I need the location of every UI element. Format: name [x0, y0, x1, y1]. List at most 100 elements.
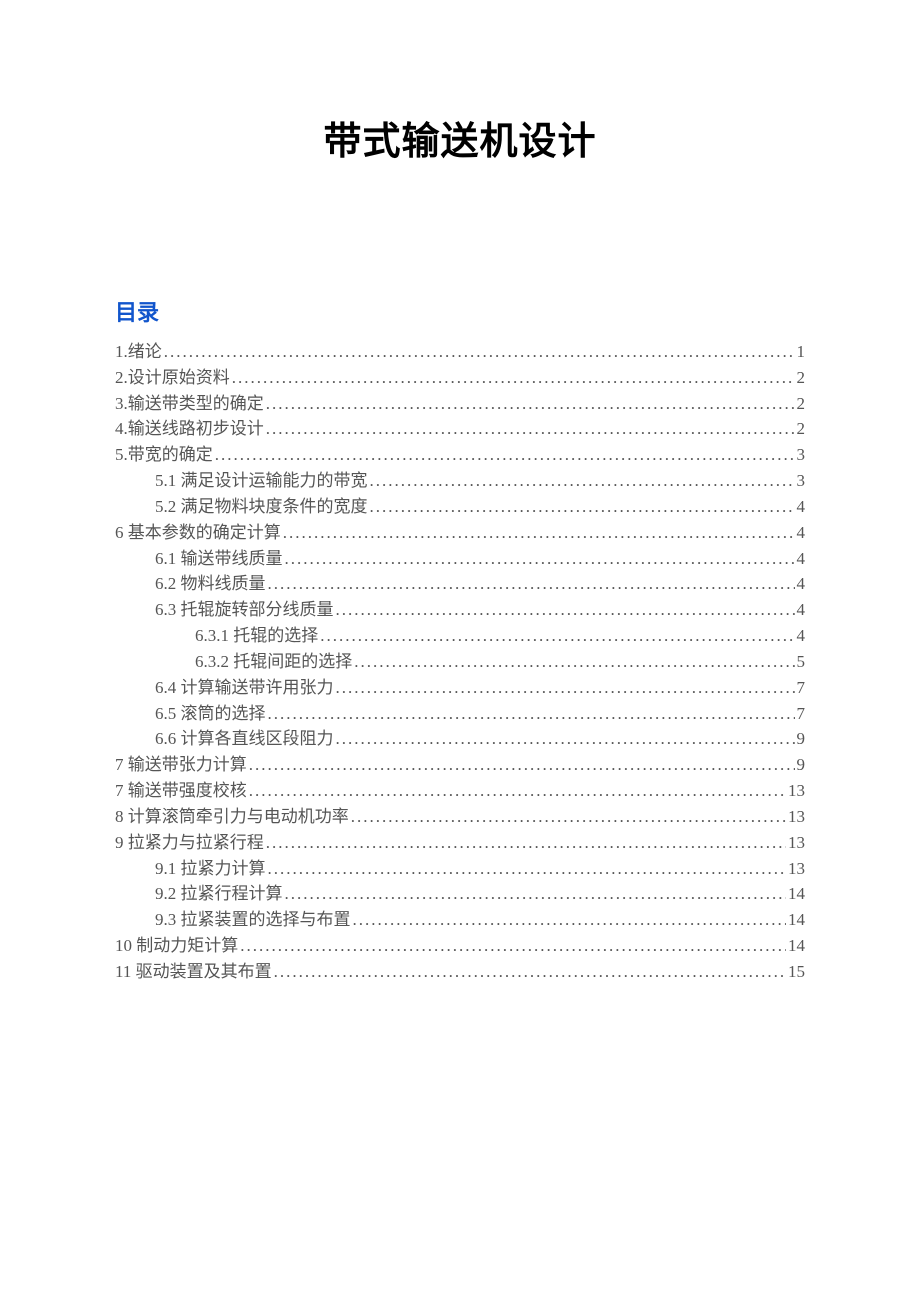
toc-entry: 6.3.1 托辊的选择 4 [115, 623, 805, 649]
toc-entry: 5.1 满足设计运输能力的带宽 3 [115, 468, 805, 494]
toc-entry: 6 基本参数的确定计算 4 [115, 520, 805, 546]
toc-dots [336, 726, 795, 752]
toc-dots [266, 416, 795, 442]
toc-entry: 1.绪论 1 [115, 339, 805, 365]
toc-entry: 6.4 计算输送带许用张力 7 [115, 675, 805, 701]
toc-entry-page: 14 [788, 933, 805, 959]
toc-entry-label: 4.输送线路初步设计 [115, 416, 264, 442]
toc-entry-label: 6.4 计算输送带许用张力 [155, 675, 334, 701]
toc-entry-page: 4 [797, 520, 806, 546]
toc-entry-page: 7 [797, 701, 806, 727]
toc-entry-page: 5 [797, 649, 806, 675]
toc-dots [268, 856, 787, 882]
toc-entry-label: 9 拉紧力与拉紧行程 [115, 830, 264, 856]
toc-entry-label: 11 驱动装置及其布置 [115, 959, 272, 985]
toc-entry-page: 13 [788, 778, 805, 804]
toc-entry-page: 13 [788, 804, 805, 830]
toc-entry-page: 1 [797, 339, 806, 365]
toc-dots [274, 959, 786, 985]
toc-entry: 9 拉紧力与拉紧行程 13 [115, 830, 805, 856]
toc-entry-page: 13 [788, 856, 805, 882]
toc-entry-page: 14 [788, 881, 805, 907]
toc-dots [285, 546, 795, 572]
toc-entry: 5.带宽的确定 3 [115, 442, 805, 468]
toc-entry-label: 3.输送带类型的确定 [115, 391, 264, 417]
toc-dots [268, 571, 795, 597]
toc-entry-label: 6.3 托辊旋转部分线质量 [155, 597, 334, 623]
toc-entry-page: 14 [788, 907, 805, 933]
toc-dots [285, 881, 787, 907]
toc-entry: 10 制动力矩计算 14 [115, 933, 805, 959]
toc-entry-page: 15 [788, 959, 805, 985]
toc-entry-label: 1.绪论 [115, 339, 162, 365]
toc-entry-page: 4 [797, 597, 806, 623]
toc-entry-page: 9 [797, 726, 806, 752]
toc-heading: 目录 [115, 295, 805, 327]
toc-entry: 5.2 满足物料块度条件的宽度 4 [115, 494, 805, 520]
toc-entry-page: 4 [797, 494, 806, 520]
toc-entry-page: 2 [797, 365, 806, 391]
toc-entry-label: 5.2 满足物料块度条件的宽度 [155, 494, 368, 520]
toc-entry-label: 9.1 拉紧力计算 [155, 856, 266, 882]
toc-entry-label: 2.设计原始资料 [115, 365, 230, 391]
toc-entry-label: 5.1 满足设计运输能力的带宽 [155, 468, 368, 494]
toc-dots [353, 907, 787, 933]
toc-entry-label: 6.3.1 托辊的选择 [195, 623, 318, 649]
toc-entry-page: 4 [797, 623, 806, 649]
document-title: 带式输送机设计 [115, 110, 805, 165]
toc-entry-label: 9.2 拉紧行程计算 [155, 881, 283, 907]
toc-entry: 6.1 输送带线质量 4 [115, 546, 805, 572]
toc-entry-page: 2 [797, 391, 806, 417]
toc-entry-label: 6.5 滚筒的选择 [155, 701, 266, 727]
toc-dots [249, 778, 786, 804]
toc-entry: 6.5 滚筒的选择 7 [115, 701, 805, 727]
toc-entry-label: 6.1 输送带线质量 [155, 546, 283, 572]
toc-entry-page: 9 [797, 752, 806, 778]
toc-entry: 6.3.2 托辊间距的选择 5 [115, 649, 805, 675]
toc-entry-label: 10 制动力矩计算 [115, 933, 238, 959]
toc-dots [370, 468, 795, 494]
toc-dots [215, 442, 795, 468]
toc-entry: 6.2 物料线质量 4 [115, 571, 805, 597]
toc-entry-label: 6.2 物料线质量 [155, 571, 266, 597]
toc-list: 1.绪论12.设计原始资料23.输送带类型的确定24.输送线路初步设计25.带宽… [115, 339, 805, 985]
toc-entry-page: 7 [797, 675, 806, 701]
toc-entry: 9.1 拉紧力计算 13 [115, 856, 805, 882]
toc-dots [336, 675, 795, 701]
toc-entry: 8 计算滚筒牵引力与电动机功率 13 [115, 804, 805, 830]
toc-entry-label: 7 输送带强度校核 [115, 778, 247, 804]
toc-entry-label: 9.3 拉紧装置的选择与布置 [155, 907, 351, 933]
toc-entry-label: 6.6 计算各直线区段阻力 [155, 726, 334, 752]
toc-dots [283, 520, 795, 546]
toc-entry-label: 8 计算滚筒牵引力与电动机功率 [115, 804, 349, 830]
toc-entry-page: 3 [797, 442, 806, 468]
toc-entry-page: 4 [797, 571, 806, 597]
toc-dots [354, 649, 794, 675]
toc-dots [351, 804, 786, 830]
toc-dots [232, 365, 795, 391]
toc-entry-page: 3 [797, 468, 806, 494]
toc-dots [336, 597, 795, 623]
toc-entry: 11 驱动装置及其布置 15 [115, 959, 805, 985]
toc-dots [320, 623, 794, 649]
toc-entry: 9.3 拉紧装置的选择与布置 14 [115, 907, 805, 933]
toc-entry-label: 6.3.2 托辊间距的选择 [195, 649, 352, 675]
toc-entry: 6.3 托辊旋转部分线质量 4 [115, 597, 805, 623]
toc-dots [266, 830, 786, 856]
toc-entry-label: 7 输送带张力计算 [115, 752, 247, 778]
toc-dots [268, 701, 795, 727]
toc-entry: 4.输送线路初步设计 2 [115, 416, 805, 442]
toc-entry-page: 2 [797, 416, 806, 442]
toc-entry-label: 6 基本参数的确定计算 [115, 520, 281, 546]
toc-entry: 7 输送带张力计算 9 [115, 752, 805, 778]
toc-entry: 6.6 计算各直线区段阻力 9 [115, 726, 805, 752]
toc-entry: 3.输送带类型的确定 2 [115, 391, 805, 417]
toc-entry: 2.设计原始资料 2 [115, 365, 805, 391]
toc-entry: 9.2 拉紧行程计算 14 [115, 881, 805, 907]
toc-entry-page: 13 [788, 830, 805, 856]
toc-dots [240, 933, 786, 959]
toc-entry-page: 4 [797, 546, 806, 572]
toc-entry-label: 5.带宽的确定 [115, 442, 213, 468]
toc-dots [266, 391, 795, 417]
toc-entry: 7 输送带强度校核 13 [115, 778, 805, 804]
